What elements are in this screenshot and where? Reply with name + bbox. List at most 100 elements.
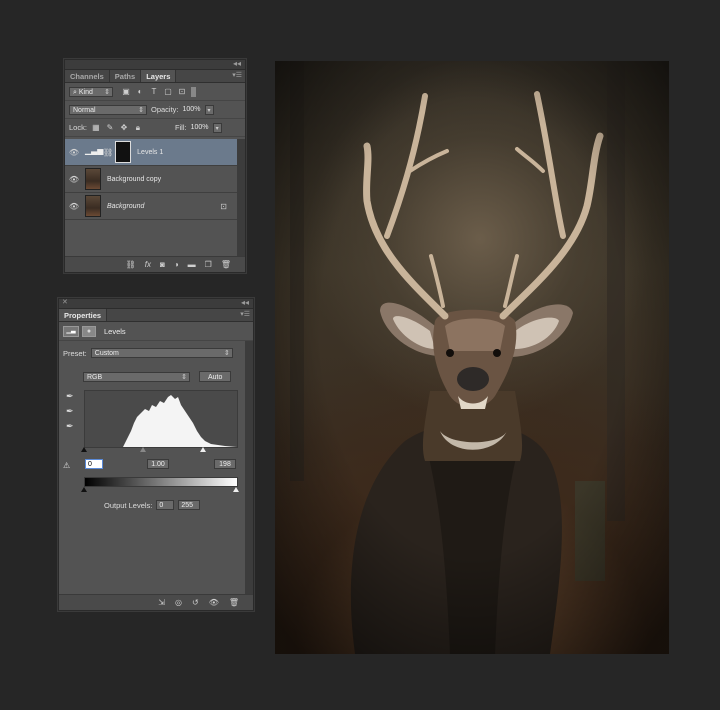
- output-black-handle[interactable]: [81, 487, 87, 492]
- new-layer-icon[interactable]: ❐: [205, 260, 212, 269]
- tab-channels[interactable]: Channels: [65, 70, 110, 82]
- layer-filter-row: ⌕ Kind ▣ ◐ T ▢ ⊡: [65, 83, 245, 101]
- lock-position-icon[interactable]: ✥: [119, 123, 129, 132]
- layers-panel-tabs: Channels Paths Layers ▾☰: [65, 70, 245, 83]
- close-icon[interactable]: ✕: [62, 298, 68, 306]
- filter-smart-object-icon[interactable]: ⊡: [177, 87, 187, 96]
- layer-row-background-copy[interactable]: 👁︎ Background copy: [65, 166, 237, 193]
- collapse-icon[interactable]: ◂◂: [233, 59, 241, 68]
- histogram: [84, 390, 238, 448]
- reset-icon[interactable]: ↺: [192, 598, 199, 607]
- input-white-field[interactable]: 198: [214, 459, 236, 469]
- opacity-input[interactable]: 100%: [181, 105, 203, 115]
- clip-to-layer-icon[interactable]: ⇲: [158, 598, 165, 607]
- tab-paths[interactable]: Paths: [110, 70, 142, 82]
- fill-input[interactable]: 100%: [189, 123, 211, 133]
- panel-menu-icon[interactable]: ▾☰: [232, 71, 242, 79]
- output-black-field[interactable]: 0: [156, 500, 175, 510]
- preset-select[interactable]: Custom: [90, 348, 233, 359]
- layer-name: Background copy: [107, 175, 162, 183]
- layer-mask-thumbnail[interactable]: [115, 141, 132, 163]
- properties-panel-titlebar[interactable]: ✕ ◂◂: [59, 298, 253, 309]
- view-previous-icon[interactable]: ◎: [175, 598, 182, 607]
- trash-icon[interactable]: 🗑︎: [221, 260, 231, 269]
- blend-row: Normal Opacity: 100% ▾: [65, 101, 245, 119]
- output-white-field[interactable]: 255: [178, 500, 201, 510]
- link-layers-icon[interactable]: ⛓︎: [126, 260, 136, 269]
- input-slider-track[interactable]: [81, 447, 236, 452]
- layer-row-background[interactable]: 👁︎ Background ⊡: [65, 193, 237, 220]
- layers-list: 👁︎ ▁▃▅ ⛓︎ Levels 1 👁︎ Background copy 👁︎…: [65, 139, 237, 220]
- output-white-handle[interactable]: [233, 487, 239, 492]
- properties-header: ▁▃ ● Levels: [59, 322, 253, 341]
- white-eyedropper-icon[interactable]: ✒︎: [66, 421, 74, 432]
- output-levels-row: Output Levels: 0 255: [104, 500, 201, 510]
- eye-icon[interactable]: 👁︎: [65, 175, 83, 184]
- clipping-icon[interactable]: ⚠︎: [63, 461, 70, 470]
- auto-button[interactable]: Auto: [199, 371, 231, 382]
- opacity-label: Opacity:: [151, 105, 179, 114]
- fill-slider-button[interactable]: ▾: [212, 122, 222, 133]
- lock-row: Lock: ▦ ✎ ✥ 🔒︎ Fill: 100% ▾: [65, 119, 245, 137]
- tab-properties[interactable]: Properties: [59, 309, 108, 321]
- visibility-icon[interactable]: 👁︎: [209, 598, 219, 607]
- input-gamma-field[interactable]: 1.00: [147, 459, 169, 469]
- stag-photo: [275, 61, 669, 654]
- properties-panel-tabs: Properties ▾☰: [59, 309, 253, 322]
- output-slider-track[interactable]: [81, 487, 239, 492]
- filter-shape-icon[interactable]: ▢: [163, 87, 173, 96]
- filter-adjustment-icon[interactable]: ◐: [135, 87, 145, 96]
- gray-eyedropper-icon[interactable]: ✒︎: [66, 406, 74, 417]
- fx-icon[interactable]: fx: [145, 260, 151, 269]
- layer-row-levels[interactable]: 👁︎ ▁▃▅ ⛓︎ Levels 1: [65, 139, 237, 166]
- eye-icon[interactable]: 👁︎: [65, 202, 83, 211]
- properties-bottom-toolbar: ⇲ ◎ ↺ 👁︎ 🗑︎: [59, 594, 253, 610]
- adjustment-layer-icon[interactable]: ◑: [174, 260, 179, 269]
- layers-panel-titlebar[interactable]: ◂◂: [65, 59, 245, 70]
- preset-label: Preset:: [63, 348, 87, 358]
- fill-label: Fill:: [174, 123, 187, 132]
- lock-icon: ⊡: [220, 201, 227, 211]
- filter-toggle-icon[interactable]: [191, 86, 196, 97]
- levels-icon[interactable]: ▁▃: [63, 325, 79, 337]
- lock-transparent-icon[interactable]: ▦: [91, 123, 101, 132]
- output-gradient: [84, 477, 238, 487]
- filter-kind-select[interactable]: ⌕ Kind: [69, 86, 113, 98]
- layers-panel: ◂◂ Channels Paths Layers ▾☰ ⌕ Kind ▣ ◐ T…: [64, 59, 246, 273]
- folder-icon[interactable]: ▬: [188, 260, 196, 269]
- mask-icon[interactable]: ●: [82, 325, 96, 337]
- trash-icon[interactable]: 🗑︎: [229, 598, 239, 607]
- layers-scrollbar[interactable]: [237, 139, 245, 257]
- output-levels-label: Output Levels:: [104, 500, 153, 510]
- eye-icon[interactable]: 👁︎: [65, 148, 83, 157]
- histogram-curve: [123, 395, 237, 447]
- channel-row: RGB Auto: [83, 371, 231, 383]
- properties-scrollbar[interactable]: [245, 341, 253, 594]
- opacity-slider-button[interactable]: ▾: [204, 104, 214, 115]
- add-mask-icon[interactable]: ◙: [160, 260, 165, 269]
- filter-type-icon[interactable]: T: [149, 87, 159, 96]
- tab-layers[interactable]: Layers: [141, 70, 177, 82]
- lock-image-icon[interactable]: ✎: [105, 123, 115, 132]
- layer-name: Levels 1: [137, 148, 164, 156]
- input-black-field[interactable]: 0: [85, 459, 103, 469]
- lock-label: Lock:: [69, 123, 87, 132]
- channel-select[interactable]: RGB: [83, 371, 190, 383]
- collapse-icon[interactable]: ◂◂: [241, 298, 249, 307]
- preset-row: Preset: Custom: [63, 348, 239, 359]
- input-black-handle[interactable]: [81, 447, 87, 452]
- link-icon[interactable]: ⛓︎: [103, 148, 113, 157]
- layers-bottom-toolbar: ⛓︎ fx ◙ ◑ ▬ ❐ 🗑︎: [65, 256, 245, 272]
- document-canvas[interactable]: [275, 61, 669, 654]
- properties-title: Levels: [104, 326, 126, 336]
- filter-kind-label: Kind: [78, 88, 93, 96]
- input-white-handle[interactable]: [200, 447, 206, 452]
- panel-menu-icon[interactable]: ▾☰: [240, 310, 250, 318]
- filter-pixel-icon[interactable]: ▣: [121, 87, 131, 96]
- blend-mode-select[interactable]: Normal: [69, 104, 147, 116]
- lock-all-icon[interactable]: 🔒︎: [133, 123, 143, 132]
- properties-panel: ✕ ◂◂ Properties ▾☰ ▁▃ ● Levels Preset: C…: [58, 298, 254, 611]
- input-gamma-handle[interactable]: [140, 447, 146, 452]
- layer-name: Background: [107, 202, 145, 210]
- black-eyedropper-icon[interactable]: ✒︎: [66, 391, 74, 402]
